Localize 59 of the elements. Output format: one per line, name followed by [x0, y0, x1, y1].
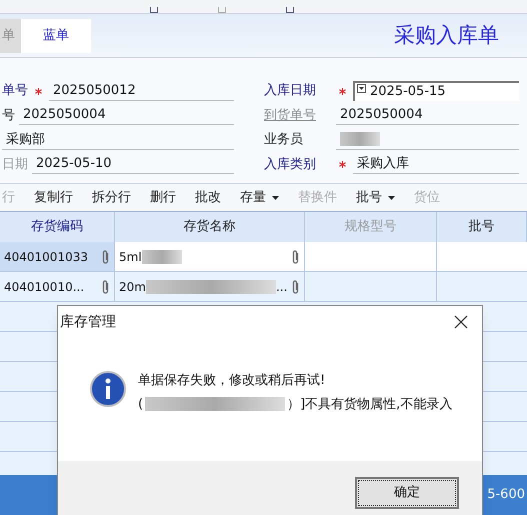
paperclip-icon[interactable]: [291, 248, 300, 264]
date-field[interactable]: 2025-05-15: [353, 80, 519, 100]
paperclip-icon[interactable]: [291, 278, 300, 294]
caret-icon: [272, 196, 279, 200]
message-detail: (: [138, 396, 144, 414]
input-field[interactable]: [336, 130, 519, 150]
redacted-block: [340, 132, 380, 146]
paperclip-icon[interactable]: [101, 278, 110, 294]
table-cell[interactable]: [305, 242, 437, 272]
form-title: 采购入库单: [394, 22, 499, 49]
input-field[interactable]: 采购部: [2, 130, 234, 150]
redacted-block: [142, 250, 182, 264]
status-text: 5-600: [487, 486, 525, 504]
ok-button[interactable]: 确定: [355, 477, 459, 509]
item-code: 404010010...: [4, 278, 84, 296]
field-label: 单号: [2, 82, 28, 100]
field-value: 2025-05-15: [370, 82, 446, 101]
message-detail: ）]不具有货物属性,不能录入: [287, 396, 452, 414]
table-cell[interactable]: 20m ...: [115, 272, 305, 302]
info-icon: [90, 371, 126, 407]
close-icon[interactable]: [454, 315, 468, 329]
toolbar-button[interactable]: 批改: [195, 188, 221, 208]
toolbar-button[interactable]: 删行: [150, 188, 176, 208]
column-header[interactable]: 批号: [437, 212, 527, 242]
dialog-title: 库存管理: [60, 312, 116, 332]
toolbar-button[interactable]: 拆分行: [92, 188, 131, 208]
toolbar-icon[interactable]: [150, 7, 158, 13]
item-code: 40401001033: [4, 248, 88, 266]
table-cell[interactable]: [437, 272, 527, 302]
table-cell[interactable]: 40401001033: [0, 242, 115, 272]
input-field[interactable]: 2025050004: [336, 105, 519, 125]
toolbar-button[interactable]: 复制行: [34, 188, 73, 208]
column-header[interactable]: 存货编码: [0, 212, 115, 242]
field-label: 业务员: [264, 131, 304, 149]
field-label: 号: [2, 106, 15, 124]
checkbox-icon[interactable]: [357, 84, 366, 92]
table-cell[interactable]: 404010010...: [0, 272, 115, 302]
input-field[interactable]: 2025-05-10: [32, 154, 234, 174]
item-name: 5ml: [119, 248, 142, 266]
paperclip-icon[interactable]: [101, 248, 110, 264]
table-cell[interactable]: [437, 242, 527, 272]
table-cell[interactable]: [305, 272, 437, 302]
field-label: 入库日期: [264, 82, 317, 100]
tab[interactable]: 蓝单: [21, 18, 91, 52]
ellipsis-text: ...: [276, 278, 288, 296]
field-label: 到货单号: [264, 106, 317, 124]
input-field[interactable]: 采购入库: [353, 154, 519, 174]
item-name: 20m: [119, 278, 146, 296]
input-field[interactable]: 2025050012: [49, 80, 234, 100]
column-header[interactable]: 存货名称: [115, 212, 305, 242]
caret-icon: [388, 196, 395, 200]
table-cell[interactable]: 5ml: [115, 242, 305, 272]
field-label: 入库类别: [264, 156, 317, 174]
error-message: 单据保存失败，修改或稍后再试!: [138, 372, 326, 390]
toolbar-button[interactable]: 批号: [356, 188, 395, 208]
toolbar-icon[interactable]: [286, 7, 294, 13]
field-label: 日期: [2, 156, 28, 174]
input-field[interactable]: 2025050004: [19, 105, 234, 125]
toolbar-button[interactable]: 存量: [240, 188, 279, 208]
